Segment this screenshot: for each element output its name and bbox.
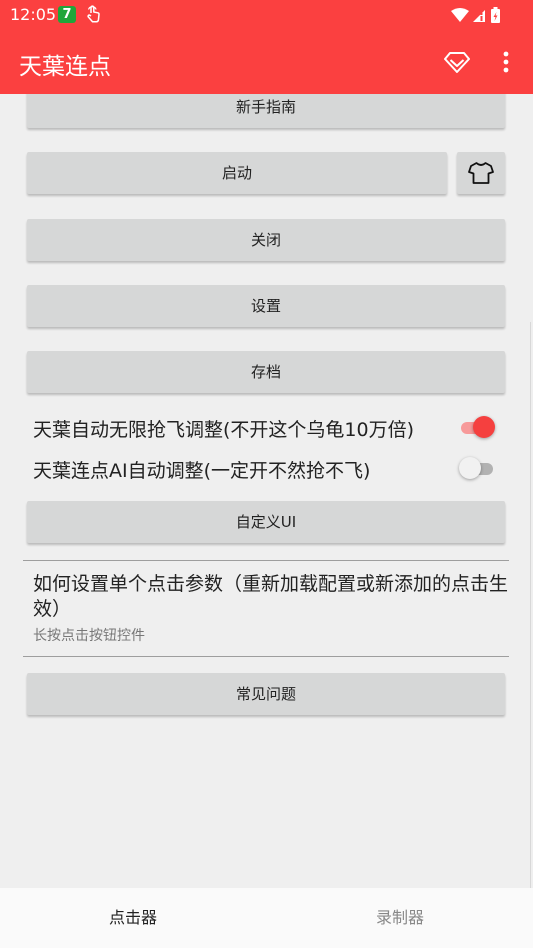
touch-icon [87, 5, 100, 23]
theme-button[interactable] [457, 152, 505, 194]
ai-adjust-switch-row[interactable]: 天葉连点AI自动调整(一定开不然抢不飞) [33, 453, 503, 483]
auto-adjust-switch-row[interactable]: 天葉自动无限抢飞调整(不开这个乌龟10万倍) [33, 412, 503, 442]
status-time: 12:05 [10, 5, 57, 24]
gem-icon[interactable] [444, 50, 470, 74]
divider [23, 560, 509, 561]
ai-adjust-label: 天葉连点AI自动调整(一定开不然抢不飞) [33, 460, 371, 482]
guide-button[interactable]: 新手指南 [27, 94, 505, 128]
auto-adjust-label: 天葉自动无限抢飞调整(不开这个乌龟10万倍) [33, 419, 415, 441]
tshirt-icon [468, 162, 494, 184]
faq-button[interactable]: 常见问题 [27, 673, 505, 715]
nav-recorder[interactable]: 录制器 [267, 888, 533, 948]
auto-adjust-switch[interactable] [459, 416, 495, 438]
switch-thumb [459, 457, 481, 479]
switch-thumb [473, 416, 495, 438]
main-content[interactable]: 新手指南 启动 关闭 设置 存档 天葉自动无限抢飞调整(不开这个乌龟10万倍) … [0, 94, 533, 888]
close-button[interactable]: 关闭 [27, 219, 505, 261]
settings-button[interactable]: 设置 [27, 285, 505, 327]
app-title: 天葉连点 [19, 54, 111, 80]
status-bar: 12:05 7 [0, 0, 533, 30]
bottom-navigation: 点击器 录制器 [0, 888, 533, 948]
divider [23, 656, 509, 657]
notification-app-icon: 7 [58, 6, 76, 23]
wifi-icon [451, 8, 469, 22]
nav-clicker[interactable]: 点击器 [0, 888, 266, 948]
scroll-edge [530, 322, 531, 888]
custom-ui-button[interactable]: 自定义UI [27, 501, 505, 543]
signal-icon [473, 10, 485, 22]
click-params-preference[interactable]: 如何设置单个点击参数（重新加载配置或新添加的点击生效） 长按点击按钮控件 [33, 572, 509, 645]
system-status-icons [451, 7, 500, 23]
preference-summary: 长按点击按钮控件 [33, 628, 145, 644]
preference-title: 如何设置单个点击参数（重新加载配置或新添加的点击生效） [33, 573, 509, 620]
save-button[interactable]: 存档 [27, 351, 505, 393]
app-bar: 天葉连点 [0, 30, 533, 94]
start-button[interactable]: 启动 [27, 152, 447, 194]
ai-adjust-switch[interactable] [459, 457, 495, 479]
more-vert-icon[interactable] [499, 50, 513, 74]
